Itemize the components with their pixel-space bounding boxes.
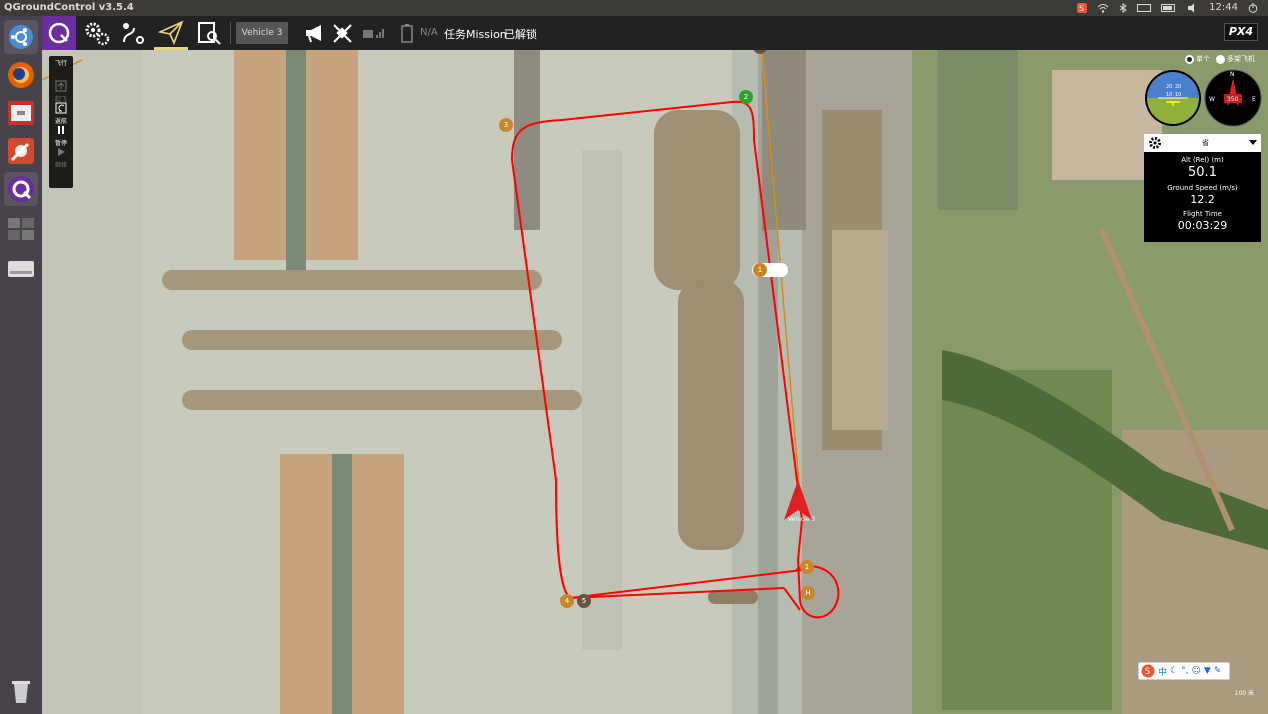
waypoint-1-upper[interactable]: 1 [753,263,767,277]
fly-tools-strip: 飞行 起飞 返航 暂停 继续 [49,56,73,188]
firefox-icon[interactable] [4,58,38,92]
chevron-down-icon[interactable] [1249,140,1257,146]
home-marker[interactable]: H [801,586,815,600]
battery-status-button[interactable] [398,16,416,50]
gears-icon [85,22,110,46]
satellite-disabled-icon [333,24,352,43]
pitch-mark-10b: 10 [1175,92,1181,98]
window-title: QGroundControl v3.5.4 [4,2,134,13]
punctuation-icon[interactable]: °, [1181,666,1188,676]
tool-pause[interactable]: 暂停 [49,122,73,147]
takeoff-icon [55,80,67,92]
wifi-icon[interactable] [1097,3,1109,13]
waypoint-2[interactable]: 2 [739,90,753,104]
tool-rtl[interactable]: 返航 [49,100,73,125]
vehicle-battery-icon [401,24,413,43]
tool-resume[interactable]: 继续 [49,144,73,169]
map-scale: 100 米 [1234,690,1254,697]
os-top-bar: QGroundControl v3.5.4 S 12:44 [0,0,1268,16]
qgc-logo-button[interactable] [42,16,76,50]
vehicle-label: Vehicle 3 [788,516,816,523]
sogou-logo-icon: S [1141,664,1155,678]
alt-value: 50.1 [1188,165,1217,180]
ime-mode[interactable]: 中 [1158,665,1167,678]
drive-icon[interactable] [4,252,38,286]
settings-icon[interactable] [4,134,38,168]
workspace-icon[interactable] [4,212,38,246]
trash-icon[interactable] [4,674,38,708]
ime-toolbar[interactable]: S 中 ☾ °, ☺ ▼ ✎ [1138,662,1230,680]
sogou-icon[interactable]: S [1077,3,1088,13]
rc-rssi-button[interactable] [358,16,392,50]
clock[interactable]: 12:44 [1209,0,1238,16]
emoji-icon[interactable]: ☺ [1191,666,1200,676]
resume-icon [58,148,65,156]
analyze-view-button[interactable] [192,16,226,50]
waypoint-3[interactable]: 3 [499,118,513,132]
heading-readout: 350 [1227,96,1239,103]
analyze-doc-icon [198,22,221,45]
qgc-logo-icon [48,22,70,44]
bluetooth-icon[interactable] [1119,3,1128,13]
battery-icon[interactable] [1161,3,1177,13]
vehicle-selector: 单个 多架飞机 [1185,54,1255,64]
flight-time-value: 00:03:29 [1177,219,1228,232]
values-selector-label[interactable]: 省 [1202,138,1209,148]
satellite-map[interactable]: 3 2 1 4 5 1 H 2 Vehicle 3 [42,50,1268,714]
rtl-icon [55,102,67,114]
gear-icon[interactable] [1148,136,1162,150]
pause-icon [58,126,64,134]
pitch-mark-10: 10 [1166,92,1172,98]
arm-status[interactable]: 已解锁 [504,26,537,42]
gps-button[interactable] [326,16,360,50]
alt-label: Alt (Rel) (m) [1181,156,1224,164]
tool-fly[interactable]: 飞行 [49,56,73,78]
plan-view-button[interactable] [116,16,150,50]
moon-icon[interactable]: ☾ [1170,666,1178,676]
flight-time-label: Flight Time [1183,210,1222,218]
svg-text:E: E [1252,96,1256,103]
waypoint-1-lower[interactable]: 1 [800,560,814,574]
px4-brand-logo: PX4 [1224,23,1258,41]
qgc-toolbar: Vehicle 3 N/A 任务Mission 已解锁 PX4 [42,16,1268,50]
attitude-indicator: 20 10 10 20 [1145,70,1201,126]
tool-takeoff[interactable]: 起飞 [49,78,73,103]
svg-text:N: N [1230,71,1235,78]
gps-status: N/A [420,27,438,38]
vehicle-select[interactable]: Vehicle 3 [236,22,288,44]
svg-text:W: W [1209,96,1215,103]
compass-indicator: N E W 350 [1204,69,1262,127]
speed-label: Ground Speed (m/s) [1167,184,1238,192]
paper-plane-icon [158,19,184,45]
app-launcher [0,16,42,714]
values-panel: 省 Alt (Rel) (m) 50.1 Ground Speed (m/s) … [1144,134,1261,242]
multi-vehicle-radio[interactable]: 多架飞机 [1216,54,1255,64]
toolbar-divider [230,22,231,44]
svg-text:S: S [1079,4,1084,13]
qgc-app-icon[interactable] [4,172,38,206]
pitch-mark-20b: 20 [1175,84,1181,90]
pitch-mark-20: 20 [1166,84,1172,90]
flight-mode[interactable]: 任务Mission [444,26,507,42]
rc-signal-icon [363,29,384,38]
single-vehicle-radio[interactable]: 单个 [1185,54,1210,64]
fly-view-button[interactable] [154,16,188,50]
keyboard-icon[interactable] [1137,3,1152,13]
waypoint-5[interactable]: 5 [577,594,591,608]
volume-icon[interactable] [1187,3,1199,13]
files-icon[interactable] [4,96,38,130]
svg-text:S: S [1145,667,1151,677]
power-icon[interactable] [1248,3,1258,13]
waypoint-4[interactable]: 4 [560,594,574,608]
values-header: 省 [1144,134,1261,152]
map-imagery[interactable] [42,50,1268,714]
plan-route-icon [123,23,144,44]
megaphone-icon [306,25,321,43]
shirt-icon[interactable]: ▼ [1204,666,1211,676]
ubuntu-dash-icon[interactable] [4,20,38,54]
system-tray: S 12:44 [1077,0,1258,16]
vehicle-setup-button[interactable] [80,16,114,50]
wrench-icon[interactable]: ✎ [1214,666,1222,676]
speed-value: 12.2 [1190,193,1215,206]
